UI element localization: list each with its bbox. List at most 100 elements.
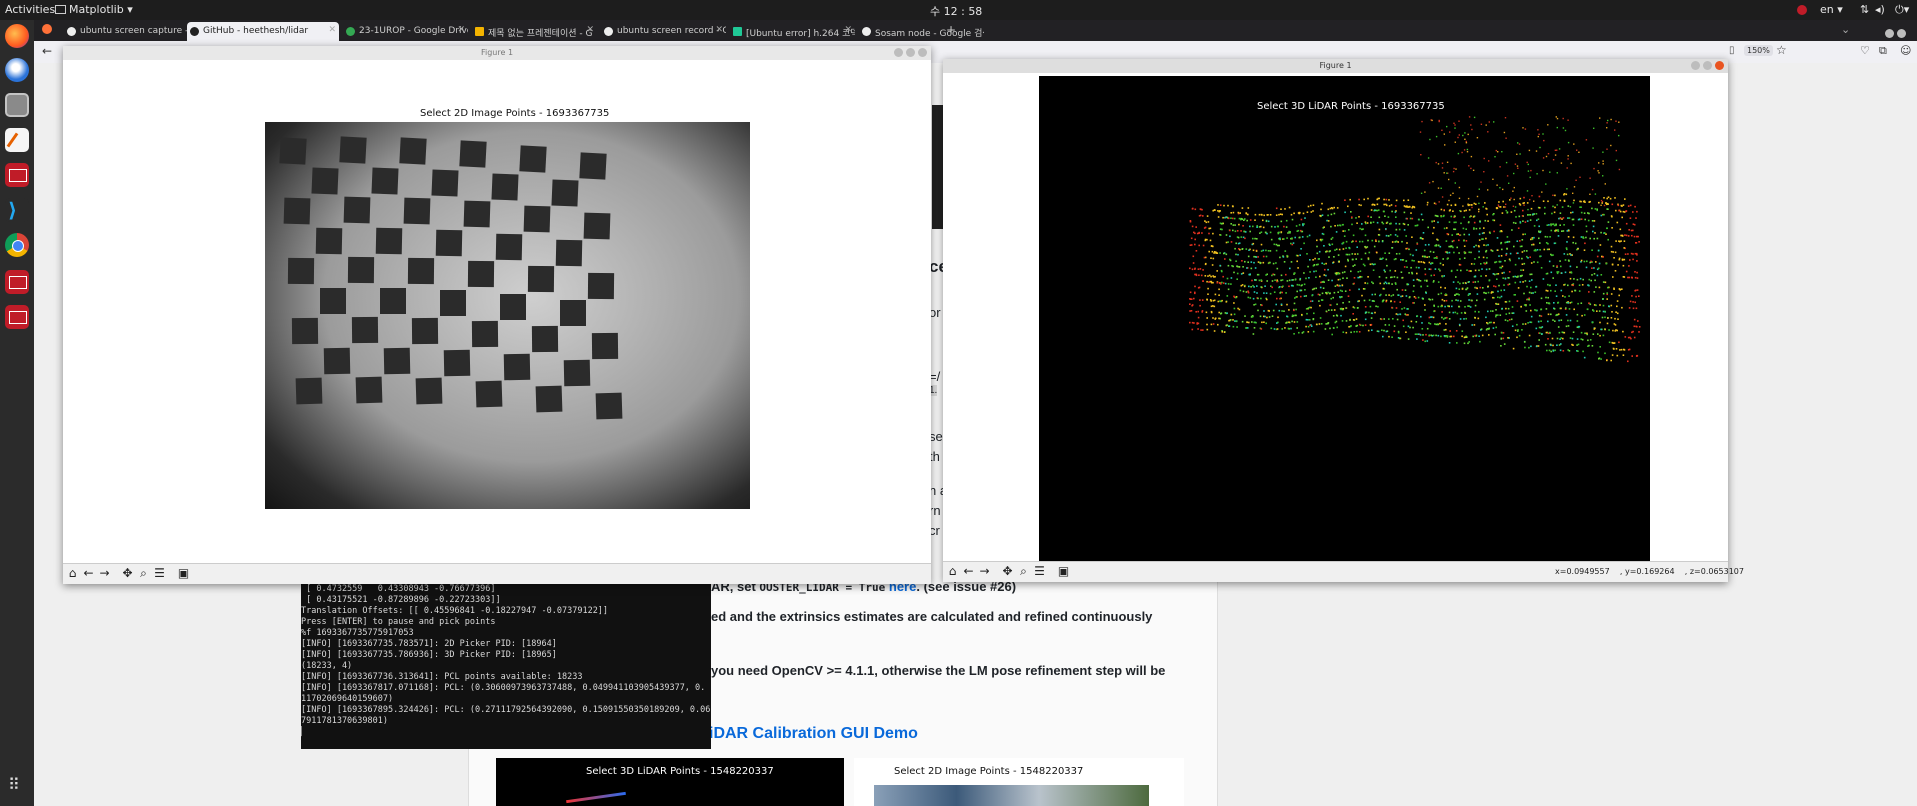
lidar-point xyxy=(1591,267,1593,269)
lidar-point xyxy=(1480,328,1483,330)
close-button[interactable] xyxy=(918,48,927,57)
lidar-point xyxy=(1359,240,1361,243)
lidar-point xyxy=(1628,348,1631,351)
lidar-point xyxy=(1554,349,1556,352)
lidar-point xyxy=(1516,276,1519,278)
lidar-point xyxy=(1323,245,1325,247)
pan-icon[interactable]: ✥ xyxy=(1001,565,1014,578)
lidar-point xyxy=(1503,343,1506,345)
reader-view-icon[interactable]: ▯ xyxy=(1729,45,1735,56)
network-icon[interactable]: ⇅ xyxy=(1860,3,1869,16)
close-icon[interactable]: ✕ xyxy=(328,25,336,35)
lidar-point xyxy=(1634,301,1636,304)
pan-icon[interactable]: ✥ xyxy=(121,567,134,580)
lidar-point xyxy=(1548,284,1551,287)
lidar-axes[interactable]: Select 3D LiDAR Points - 1693367735 xyxy=(1039,76,1650,565)
close-button[interactable] xyxy=(1715,61,1724,70)
volume-icon[interactable]: ◂) xyxy=(1875,3,1885,16)
firefox-view-icon[interactable] xyxy=(42,24,52,34)
camera-image[interactable] xyxy=(265,122,750,509)
maximize-button[interactable] xyxy=(1897,29,1906,38)
lidar-point xyxy=(1369,263,1372,266)
back-icon[interactable]: ← xyxy=(82,567,95,580)
power-icon[interactable]: ⏻▾ xyxy=(1895,3,1909,17)
lidar-point xyxy=(1381,329,1383,331)
lidar-point xyxy=(1461,288,1464,290)
lidar-point xyxy=(1355,318,1358,320)
lidar-point xyxy=(1189,220,1192,223)
tab-1[interactable]: GitHub - heethesh/lidar ✕ xyxy=(187,22,339,41)
save-icon[interactable]: ▣ xyxy=(1057,565,1070,578)
bookmark-star-icon[interactable]: ☆ xyxy=(1776,43,1787,57)
lidar-point xyxy=(1499,187,1501,189)
home-icon[interactable]: ⌂ xyxy=(66,567,79,580)
lidar-point xyxy=(1252,225,1254,228)
close-icon[interactable]: ✕ xyxy=(844,25,852,35)
lidar-point xyxy=(1207,293,1209,295)
zoom-icon[interactable]: ⌕ xyxy=(137,567,150,580)
lidar-point xyxy=(1411,206,1413,209)
close-icon[interactable]: ✕ xyxy=(715,25,723,35)
activities-button[interactable]: Activities xyxy=(5,3,55,16)
thunderbird-icon[interactable] xyxy=(5,58,29,82)
chrome-icon[interactable] xyxy=(5,233,29,257)
lidar-point xyxy=(1234,247,1236,250)
image-viewer-icon-2[interactable] xyxy=(5,305,29,329)
lidar-point xyxy=(1439,269,1441,272)
terminal-window[interactable]: [ 0.4732559 0.43308943 -0.76677396] [ 0.… xyxy=(301,584,711,749)
record-icon[interactable] xyxy=(1797,5,1807,15)
app-menu-label: Matplotlib ▾ xyxy=(69,3,133,16)
window-titlebar[interactable]: Figure 1 xyxy=(63,46,931,60)
close-icon[interactable]: ✕ xyxy=(457,25,465,35)
show-applications-icon[interactable]: ⠿ xyxy=(8,776,26,794)
demo-heading[interactable]: iDAR Calibration GUI Demo xyxy=(709,725,918,743)
app-menu[interactable]: Matplotlib ▾ xyxy=(55,3,133,16)
clock[interactable]: 수 12 : 58 xyxy=(930,3,982,19)
account-icon[interactable]: ☺ xyxy=(1900,44,1911,57)
lidar-point xyxy=(1298,236,1301,239)
image-viewer-icon[interactable] xyxy=(5,270,29,294)
lidar-point xyxy=(1589,177,1591,179)
forward-icon[interactable]: → xyxy=(978,565,991,578)
lidar-point xyxy=(1458,134,1460,136)
maximize-button[interactable] xyxy=(1703,61,1712,70)
pocket-icon[interactable]: ♡ xyxy=(1860,44,1870,57)
new-tab-button[interactable]: + xyxy=(946,23,956,37)
firefox-icon[interactable] xyxy=(5,24,29,48)
language-indicator[interactable]: en ▾ xyxy=(1820,3,1843,16)
screen-recorder-icon[interactable] xyxy=(5,163,29,187)
lidar-point xyxy=(1403,229,1406,231)
lidar-point xyxy=(1569,265,1572,268)
tab-5[interactable]: [Ubuntu error] h.264 코덱 ✕ xyxy=(730,22,855,41)
close-icon[interactable]: ✕ xyxy=(586,25,594,35)
tab-6[interactable]: Sosam node - Google 검색 xyxy=(859,22,984,41)
zoom-icon[interactable]: ⌕ xyxy=(1017,565,1030,578)
files-icon[interactable] xyxy=(5,93,29,117)
zoom-indicator[interactable]: 150% xyxy=(1744,45,1773,56)
tab-2[interactable]: 23-1UROP - Google Drive ✕ xyxy=(343,22,468,41)
configure-icon[interactable]: ☰ xyxy=(1033,565,1046,578)
forward-icon[interactable]: → xyxy=(98,567,111,580)
extensions-icon[interactable]: ⧉ xyxy=(1879,44,1887,58)
minimize-button[interactable] xyxy=(1691,61,1700,70)
save-icon[interactable]: ▣ xyxy=(177,567,190,580)
vscode-icon[interactable]: ⟩ xyxy=(5,198,29,222)
back-icon[interactable]: ← xyxy=(42,44,52,58)
window-titlebar[interactable]: Figure 1 xyxy=(943,59,1728,73)
lidar-point xyxy=(1339,289,1342,292)
text-editor-icon[interactable] xyxy=(5,128,29,152)
lidar-point xyxy=(1622,210,1625,213)
back-icon[interactable]: ← xyxy=(962,565,975,578)
list-tabs-icon[interactable]: ⌄ xyxy=(1841,23,1850,36)
maximize-button[interactable] xyxy=(906,48,915,57)
lidar-point xyxy=(1501,307,1503,310)
tab-3[interactable]: 제목 없는 프레젠테이션 - G ✕ xyxy=(472,22,597,41)
minimize-button[interactable] xyxy=(1885,29,1894,38)
lidar-point xyxy=(1406,283,1409,286)
tab-4[interactable]: ubuntu screen record - G ✕ xyxy=(601,22,726,41)
configure-icon[interactable]: ☰ xyxy=(153,567,166,580)
home-icon[interactable]: ⌂ xyxy=(946,565,959,578)
minimize-button[interactable] xyxy=(894,48,903,57)
lidar-point xyxy=(1257,261,1260,263)
lidar-point xyxy=(1257,309,1259,312)
